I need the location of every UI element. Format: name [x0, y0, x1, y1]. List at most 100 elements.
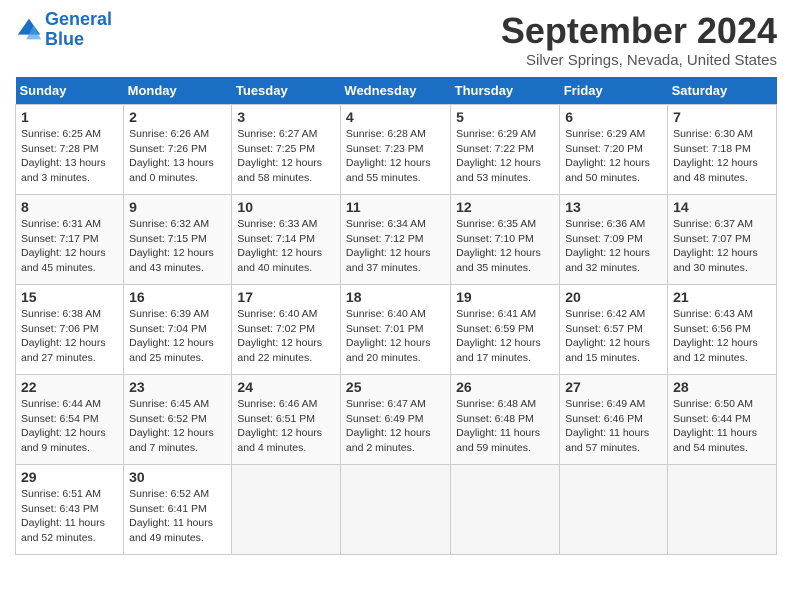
calendar-table: SundayMondayTuesdayWednesdayThursdayFrid… — [15, 77, 777, 555]
day-number: 6 — [565, 109, 662, 125]
calendar-cell: 21 Sunrise: 6:43 AMSunset: 6:56 PMDayligh… — [668, 285, 777, 375]
calendar-cell — [340, 465, 450, 555]
day-number: 13 — [565, 199, 662, 215]
day-info: Sunrise: 6:46 AMSunset: 6:51 PMDaylight:… — [237, 397, 335, 456]
day-info: Sunrise: 6:40 AMSunset: 7:01 PMDaylight:… — [346, 307, 445, 366]
day-info: Sunrise: 6:33 AMSunset: 7:14 PMDaylight:… — [237, 217, 335, 276]
calendar-cell: 2 Sunrise: 6:26 AMSunset: 7:26 PMDaylight… — [124, 105, 232, 195]
day-info: Sunrise: 6:39 AMSunset: 7:04 PMDaylight:… — [129, 307, 226, 366]
day-info: Sunrise: 6:29 AMSunset: 7:22 PMDaylight:… — [456, 127, 554, 186]
calendar-cell: 14 Sunrise: 6:37 AMSunset: 7:07 PMDayligh… — [668, 195, 777, 285]
calendar-cell: 26 Sunrise: 6:48 AMSunset: 6:48 PMDayligh… — [451, 375, 560, 465]
day-info: Sunrise: 6:50 AMSunset: 6:44 PMDaylight:… — [673, 397, 771, 456]
day-info: Sunrise: 6:40 AMSunset: 7:02 PMDaylight:… — [237, 307, 335, 366]
weekday-header-thursday: Thursday — [451, 77, 560, 105]
day-info: Sunrise: 6:49 AMSunset: 6:46 PMDaylight:… — [565, 397, 662, 456]
day-info: Sunrise: 6:48 AMSunset: 6:48 PMDaylight:… — [456, 397, 554, 456]
weekday-header-friday: Friday — [560, 77, 668, 105]
calendar-cell: 13 Sunrise: 6:36 AMSunset: 7:09 PMDayligh… — [560, 195, 668, 285]
calendar-cell: 29 Sunrise: 6:51 AMSunset: 6:43 PMDayligh… — [16, 465, 124, 555]
day-info: Sunrise: 6:34 AMSunset: 7:12 PMDaylight:… — [346, 217, 445, 276]
calendar-cell — [232, 465, 341, 555]
day-number: 28 — [673, 379, 771, 395]
weekday-header-monday: Monday — [124, 77, 232, 105]
calendar-cell: 24 Sunrise: 6:46 AMSunset: 6:51 PMDayligh… — [232, 375, 341, 465]
day-number: 29 — [21, 469, 118, 485]
calendar-cell: 25 Sunrise: 6:47 AMSunset: 6:49 PMDayligh… — [340, 375, 450, 465]
day-number: 18 — [346, 289, 445, 305]
day-info: Sunrise: 6:32 AMSunset: 7:15 PMDaylight:… — [129, 217, 226, 276]
day-number: 1 — [21, 109, 118, 125]
day-info: Sunrise: 6:25 AMSunset: 7:28 PMDaylight:… — [21, 127, 118, 186]
calendar-cell: 15Sunrise: 6:38 AMSunset: 7:06 PMDayligh… — [16, 285, 124, 375]
logo-line2: Blue — [45, 30, 112, 50]
day-info: Sunrise: 6:30 AMSunset: 7:18 PMDaylight:… — [673, 127, 771, 186]
weekday-header-saturday: Saturday — [668, 77, 777, 105]
day-number: 26 — [456, 379, 554, 395]
day-number: 2 — [129, 109, 226, 125]
calendar-cell — [451, 465, 560, 555]
day-number: 21 — [673, 289, 771, 305]
calendar-cell: 10 Sunrise: 6:33 AMSunset: 7:14 PMDayligh… — [232, 195, 341, 285]
logo-icon — [15, 16, 43, 44]
location: Silver Springs, Nevada, United States — [501, 52, 777, 69]
day-info: Sunrise: 6:38 AMSunset: 7:06 PMDaylight:… — [21, 307, 118, 366]
day-number: 10 — [237, 199, 335, 215]
calendar-cell — [668, 465, 777, 555]
calendar-cell — [560, 465, 668, 555]
day-number: 17 — [237, 289, 335, 305]
title-block: September 2024 Silver Springs, Nevada, U… — [501, 10, 777, 69]
day-info: Sunrise: 6:41 AMSunset: 6:59 PMDaylight:… — [456, 307, 554, 366]
day-info: Sunrise: 6:47 AMSunset: 6:49 PMDaylight:… — [346, 397, 445, 456]
weekday-header-sunday: Sunday — [16, 77, 124, 105]
day-number: 22 — [21, 379, 118, 395]
logo-line1: General — [45, 9, 112, 29]
day-info: Sunrise: 6:37 AMSunset: 7:07 PMDaylight:… — [673, 217, 771, 276]
calendar-cell: 27Sunrise: 6:49 AMSunset: 6:46 PMDayligh… — [560, 375, 668, 465]
day-number: 8 — [21, 199, 118, 215]
day-number: 11 — [346, 199, 445, 215]
calendar-cell: 9 Sunrise: 6:32 AMSunset: 7:15 PMDaylight… — [124, 195, 232, 285]
weekday-header-tuesday: Tuesday — [232, 77, 341, 105]
logo-text: General Blue — [45, 10, 112, 50]
page-header: General Blue September 2024 Silver Sprin… — [15, 10, 777, 69]
day-number: 7 — [673, 109, 771, 125]
calendar-cell: 6Sunrise: 6:29 AMSunset: 7:20 PMDaylight… — [560, 105, 668, 195]
week-row-2: 8Sunrise: 6:31 AMSunset: 7:17 PMDaylight… — [16, 195, 777, 285]
calendar-cell: 3Sunrise: 6:27 AMSunset: 7:25 PMDaylight… — [232, 105, 341, 195]
calendar-cell: 19Sunrise: 6:41 AMSunset: 6:59 PMDayligh… — [451, 285, 560, 375]
day-info: Sunrise: 6:52 AMSunset: 6:41 PMDaylight:… — [129, 487, 226, 546]
week-row-5: 29 Sunrise: 6:51 AMSunset: 6:43 PMDayligh… — [16, 465, 777, 555]
day-info: Sunrise: 6:45 AMSunset: 6:52 PMDaylight:… — [129, 397, 226, 456]
day-number: 12 — [456, 199, 554, 215]
day-number: 14 — [673, 199, 771, 215]
calendar-cell: 12Sunrise: 6:35 AMSunset: 7:10 PMDayligh… — [451, 195, 560, 285]
day-info: Sunrise: 6:51 AMSunset: 6:43 PMDaylight:… — [21, 487, 118, 546]
calendar-cell: 20 Sunrise: 6:42 AMSunset: 6:57 PMDayligh… — [560, 285, 668, 375]
month-title: September 2024 — [501, 10, 777, 52]
calendar-cell: 17 Sunrise: 6:40 AMSunset: 7:02 PMDayligh… — [232, 285, 341, 375]
calendar-cell: 28 Sunrise: 6:50 AMSunset: 6:44 PMDayligh… — [668, 375, 777, 465]
week-row-4: 22 Sunrise: 6:44 AMSunset: 6:54 PMDayligh… — [16, 375, 777, 465]
calendar-cell: 16Sunrise: 6:39 AMSunset: 7:04 PMDayligh… — [124, 285, 232, 375]
day-number: 25 — [346, 379, 445, 395]
day-info: Sunrise: 6:26 AMSunset: 7:26 PMDaylight:… — [129, 127, 226, 186]
day-number: 20 — [565, 289, 662, 305]
weekday-header-wednesday: Wednesday — [340, 77, 450, 105]
day-number: 5 — [456, 109, 554, 125]
day-info: Sunrise: 6:27 AMSunset: 7:25 PMDaylight:… — [237, 127, 335, 186]
day-number: 9 — [129, 199, 226, 215]
calendar-cell: 8Sunrise: 6:31 AMSunset: 7:17 PMDaylight… — [16, 195, 124, 285]
calendar-cell: 7 Sunrise: 6:30 AMSunset: 7:18 PMDaylight… — [668, 105, 777, 195]
calendar-cell: 30 Sunrise: 6:52 AMSunset: 6:41 PMDayligh… — [124, 465, 232, 555]
day-info: Sunrise: 6:42 AMSunset: 6:57 PMDaylight:… — [565, 307, 662, 366]
day-number: 24 — [237, 379, 335, 395]
calendar-cell: 5 Sunrise: 6:29 AMSunset: 7:22 PMDaylight… — [451, 105, 560, 195]
logo: General Blue — [15, 10, 112, 50]
day-info: Sunrise: 6:43 AMSunset: 6:56 PMDaylight:… — [673, 307, 771, 366]
day-info: Sunrise: 6:44 AMSunset: 6:54 PMDaylight:… — [21, 397, 118, 456]
week-row-3: 15Sunrise: 6:38 AMSunset: 7:06 PMDayligh… — [16, 285, 777, 375]
day-info: Sunrise: 6:36 AMSunset: 7:09 PMDaylight:… — [565, 217, 662, 276]
calendar-cell: 22 Sunrise: 6:44 AMSunset: 6:54 PMDayligh… — [16, 375, 124, 465]
day-number: 30 — [129, 469, 226, 485]
